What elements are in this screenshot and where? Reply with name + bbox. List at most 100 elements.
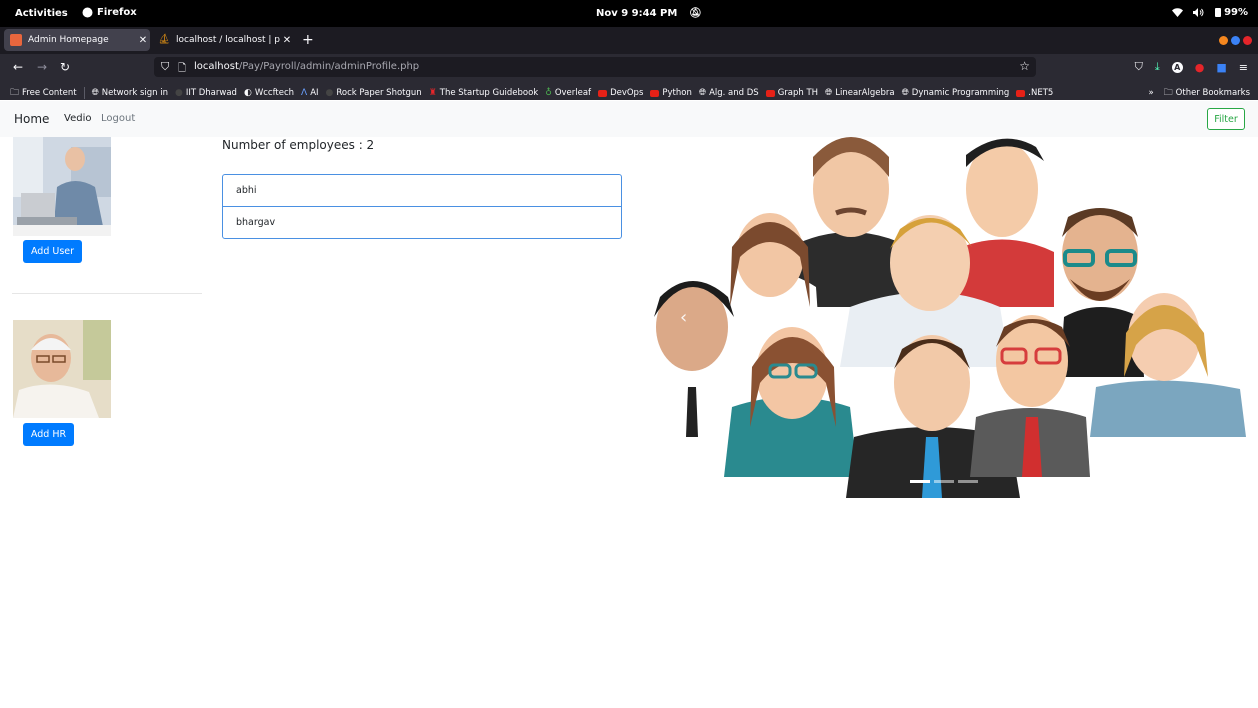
add-hr-button[interactable]: Add HR [23, 423, 74, 446]
other-bookmarks[interactable]: 🗀︎ Other Bookmarks [1164, 85, 1250, 101]
carousel-indicator[interactable] [958, 480, 978, 483]
startup-icon: ♜ [428, 88, 437, 98]
carousel-prev-icon[interactable]: ‹ [680, 307, 687, 328]
maximize-icon[interactable] [1231, 36, 1240, 45]
page-content: Home Vedio Logout Filter Add User Add HR… [0, 101, 1258, 708]
bookmark-item[interactable]: .NET5 [1016, 88, 1053, 98]
employee-item[interactable]: abhi [223, 175, 621, 206]
man-at-laptop-illustration [13, 137, 111, 236]
team-illustration [654, 137, 1246, 498]
globe-icon: 🌐︎ [91, 88, 99, 98]
bookmarks-overflow-icon[interactable]: » [1148, 88, 1153, 98]
new-tab-icon[interactable]: + [302, 32, 314, 48]
globe-icon: 🌐︎ [901, 88, 909, 98]
bookmark-label: Python [662, 88, 692, 98]
employee-count: Number of employees : 2 [222, 138, 375, 152]
reload-icon[interactable]: ↻ [60, 60, 70, 74]
bookmark-item[interactable]: ◐ Wccftech [244, 88, 294, 98]
bookmarks-toolbar: 🗀︎ Free Content 🌐︎ Network sign in ● IIT Dhar… [0, 80, 1258, 100]
bookmark-label: Rock Paper Shotgun [336, 88, 422, 98]
filter-button[interactable]: Filter [1207, 108, 1245, 130]
wifi-icon [1172, 8, 1184, 17]
bookmark-label: .NET5 [1028, 88, 1054, 98]
battery-icon [1215, 8, 1222, 17]
bookmark-item[interactable]: Graph TH [765, 88, 819, 98]
clock[interactable]: Nov 9 9:44 PM 🔕︎ [596, 8, 702, 19]
carousel-next-icon[interactable]: › [1201, 307, 1208, 328]
extension-red-icon[interactable]: ● [1195, 61, 1205, 74]
tab-strip: Admin Homepage ✕ ⛵︎ localhost / localhos… [0, 27, 1258, 54]
extension-blue-icon[interactable]: ■ [1216, 61, 1226, 74]
bookmark-item[interactable]: 🌐︎ Dynamic Programming [902, 88, 1010, 98]
forward-icon[interactable]: → [37, 60, 47, 74]
shield-icon[interactable]: ⛉︎ [161, 60, 169, 74]
bookmark-item[interactable]: Ʌ AI [301, 88, 319, 98]
battery-level: 99% [1224, 7, 1248, 18]
minimize-icon[interactable] [1219, 36, 1228, 45]
tab-admin-homepage[interactable]: Admin Homepage ✕ [4, 29, 150, 51]
back-icon[interactable]: ← [13, 60, 23, 74]
tab-title: Admin Homepage [28, 35, 109, 45]
youtube-icon [598, 89, 608, 97]
close-window-icon[interactable] [1243, 36, 1252, 45]
bookmark-separator [83, 87, 85, 99]
bookmark-label: Wccftech [254, 88, 295, 98]
bookmark-item[interactable]: ♜ The Startup Guidebook [429, 88, 539, 98]
bookmark-label: Overleaf [554, 88, 592, 98]
window-controls [1219, 36, 1252, 45]
bookmarks-right: » 🗀︎ Other Bookmarks [1148, 85, 1250, 101]
bookmark-star-icon[interactable]: ☆ [1019, 59, 1030, 73]
close-tab-icon[interactable]: ✕ [136, 35, 150, 46]
page-info-icon[interactable]: 🗋︎ [178, 61, 186, 78]
bookmark-item[interactable]: Python [650, 88, 692, 98]
bookmark-label: Dynamic Programming [911, 88, 1010, 98]
account-icon[interactable]: A [1171, 61, 1183, 73]
bookmark-item[interactable]: 🌐︎ Network sign in [92, 88, 168, 98]
bookmark-item[interactable]: 🌐︎ LinearAlgebra [825, 88, 895, 98]
logout-link[interactable]: Logout [101, 113, 135, 124]
employee-list: abhi bhargav [222, 174, 622, 239]
battery-status: 99% [1215, 7, 1248, 18]
leaf-icon: ♁ [545, 88, 552, 98]
carousel-indicator[interactable] [934, 480, 954, 483]
system-tray[interactable]: 99% [1172, 7, 1248, 18]
bookmark-item[interactable]: DevOps [598, 88, 643, 98]
youtube-icon [650, 89, 660, 97]
hr-card-image [13, 320, 111, 418]
bookmark-item[interactable]: ● IIT Dharwad [175, 88, 237, 98]
folder-icon: 🗀︎ [10, 88, 20, 98]
add-user-button[interactable]: Add User [23, 240, 82, 263]
app-menu[interactable]: Firefox [82, 7, 137, 18]
tab-phpmyadmin[interactable]: ⛵︎ localhost / localhost | php ✕ [152, 29, 294, 51]
bookmark-label: The Startup Guidebook [439, 88, 539, 98]
close-tab-icon[interactable]: ✕ [280, 35, 294, 46]
toolbar-actions: ⛉︎ ⤓ A ● ■ ≡ [1135, 60, 1248, 74]
navigation-toolbar: ← → ↻ ⛉︎ 🗋︎ localhost/Pay/Payroll/admin/… [0, 54, 1258, 80]
bookmark-label: Graph TH [777, 88, 819, 98]
url-host: localhost [194, 61, 239, 72]
activities-button[interactable]: Activities [15, 8, 68, 19]
home-brand-link[interactable]: Home [14, 112, 49, 126]
bookmark-item[interactable]: 🌐︎ Alg. and DS [699, 88, 759, 98]
carousel-indicator[interactable] [910, 480, 930, 483]
bookmark-label: LinearAlgebra [835, 88, 895, 98]
globe-icon: 🌐︎ [825, 88, 833, 98]
dot-icon: ● [174, 88, 183, 98]
bookmark-item[interactable]: ♁ Overleaf [545, 88, 591, 98]
bell-muted-icon: 🔕︎ [688, 8, 702, 19]
download-icon[interactable]: ⤓ [1155, 60, 1160, 74]
smiling-man-illustration [13, 320, 111, 418]
other-bookmarks-label: Other Bookmarks [1175, 88, 1250, 98]
pocket-icon[interactable]: ⛉︎ [1135, 60, 1143, 74]
vedio-link[interactable]: Vedio [64, 113, 91, 124]
employee-item[interactable]: bhargav [223, 206, 621, 238]
menu-icon[interactable]: ≡ [1239, 61, 1248, 74]
url-bar[interactable]: ⛉︎ 🗋︎ localhost/Pay/Payroll/admin/adminP… [154, 57, 1036, 77]
bookmark-item[interactable]: 🗀︎ Free Content [10, 85, 77, 101]
a-icon: Ʌ [301, 88, 308, 98]
clock-text: Nov 9 9:44 PM [596, 8, 678, 19]
bookmark-item[interactable]: ● Rock Paper Shotgun [326, 88, 422, 98]
globe-icon: 🌐︎ [698, 88, 707, 98]
team-carousel[interactable]: ‹ › [640, 137, 1258, 498]
w-icon: ◐ [243, 88, 252, 98]
